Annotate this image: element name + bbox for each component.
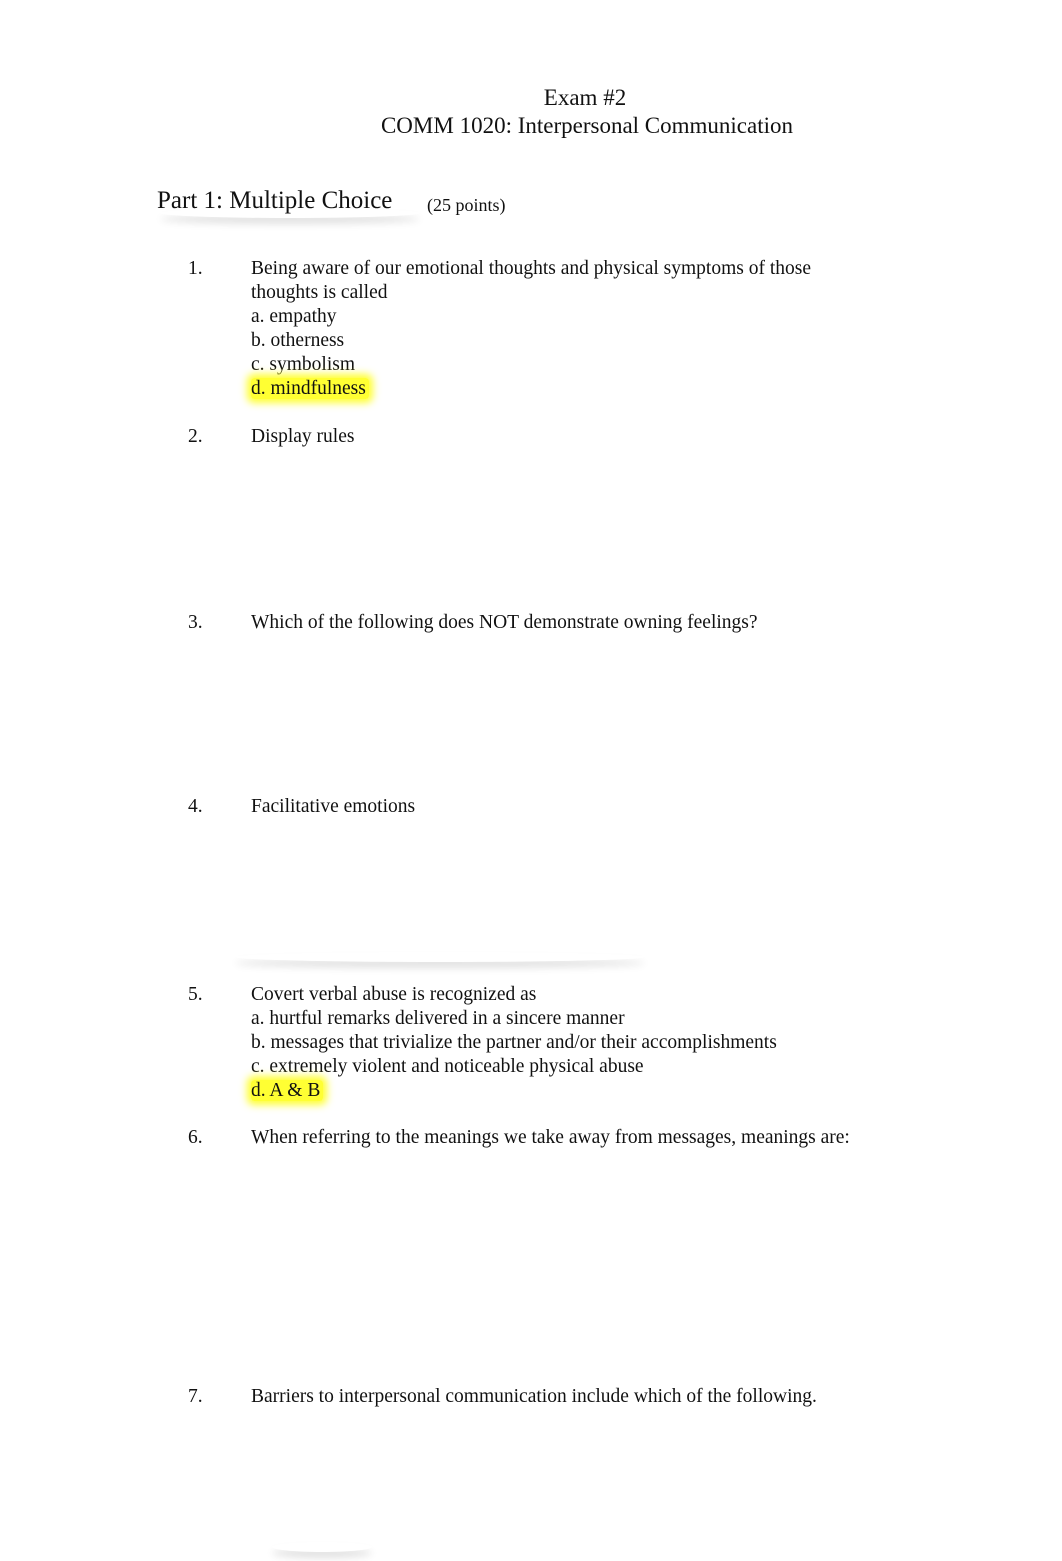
heading-shadow bbox=[160, 208, 420, 218]
option-d-highlighted: d. A & B bbox=[251, 1080, 324, 1101]
question-text: Facilitative emotions bbox=[251, 796, 416, 817]
option-b: b. messages that trivialize the partner … bbox=[251, 1032, 777, 1053]
exam-title: Exam #2 bbox=[543, 85, 627, 110]
part-points: (25 points) bbox=[427, 195, 506, 215]
option-b: b. otherness bbox=[251, 330, 345, 351]
question-text: Display rules bbox=[251, 426, 355, 447]
course-title: COMM 1020: Interpersonal Communication bbox=[380, 113, 794, 138]
question-text: thoughts is called bbox=[251, 282, 388, 303]
question-text: Covert verbal abuse is recognized as bbox=[251, 984, 537, 1005]
question-number: 5. bbox=[188, 984, 203, 1005]
question-number: 1. bbox=[188, 258, 203, 279]
question-text: When referring to the meanings we take a… bbox=[251, 1127, 850, 1148]
option-a: a. hurtful remarks delivered in a sincer… bbox=[251, 1008, 625, 1029]
question-text: Barriers to interpersonal communication … bbox=[251, 1386, 817, 1407]
option-c: c. symbolism bbox=[251, 354, 356, 375]
question-number: 3. bbox=[188, 612, 203, 633]
question-text: Being aware of our emotional thoughts an… bbox=[251, 258, 811, 279]
question-number: 7. bbox=[188, 1386, 203, 1407]
page-shadow-bottom bbox=[272, 1542, 372, 1552]
option-c: c. extremely violent and noticeable phys… bbox=[251, 1056, 644, 1077]
option-d-highlighted: d. mindfulness bbox=[251, 378, 369, 399]
question-number: 6. bbox=[188, 1127, 203, 1148]
option-a: a. empathy bbox=[251, 306, 337, 327]
question-number: 4. bbox=[188, 796, 203, 817]
question-text: Which of the following does NOT demonstr… bbox=[251, 612, 758, 633]
page-shadow-divider bbox=[235, 952, 645, 962]
question-number: 2. bbox=[188, 426, 203, 447]
